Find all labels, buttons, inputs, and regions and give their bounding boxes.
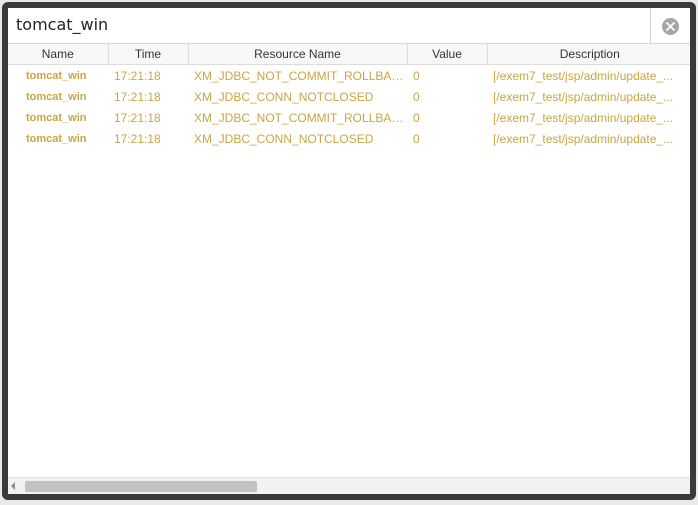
cell-value: 0	[413, 131, 420, 146]
cell-time: 17:21:18	[114, 110, 161, 125]
close-button[interactable]	[650, 8, 690, 44]
cell-time: 17:21:18	[114, 89, 161, 104]
cell-time: 17:21:18	[114, 131, 161, 146]
table-row[interactable]: tomcat_win 17:21:18 XM_JDBC_NOT_COMMIT_R…	[8, 65, 690, 87]
alert-table: Name Time Resource Name Value Descriptio…	[8, 44, 690, 149]
column-header-name[interactable]: Name	[8, 44, 109, 65]
table-row[interactable]: tomcat_win 17:21:18 XM_JDBC_CONN_NOTCLOS…	[8, 86, 690, 107]
cell-resource-name: XM_JDBC_NOT_COMMIT_ROLLBACK	[194, 110, 407, 125]
column-header-description[interactable]: Description	[487, 44, 690, 65]
alert-detail-window: tomcat_win Name Time Resource Name Value…	[2, 2, 696, 500]
close-circle-icon	[662, 17, 679, 35]
table-row[interactable]: tomcat_win 17:21:18 XM_JDBC_CONN_NOTCLOS…	[8, 128, 690, 149]
cell-description: [/exem7_test/jsp/admin/update_...	[493, 68, 674, 83]
cell-time: 17:21:18	[114, 68, 161, 83]
window-body: tomcat_win Name Time Resource Name Value…	[8, 8, 690, 494]
window-title: tomcat_win	[16, 15, 109, 34]
title-bar: tomcat_win	[8, 8, 690, 44]
cell-resource-name: XM_JDBC_NOT_COMMIT_ROLLBACK	[194, 68, 407, 83]
scrollbar-thumb[interactable]	[25, 481, 257, 492]
cell-description: [/exem7_test/jsp/admin/update_...	[493, 110, 674, 125]
cell-description: [/exem7_test/jsp/admin/update_...	[493, 89, 674, 104]
cell-resource-name: XM_JDBC_CONN_NOTCLOSED	[194, 89, 374, 104]
column-header-time[interactable]: Time	[108, 44, 189, 65]
cell-name: tomcat_win	[26, 69, 87, 82]
cell-name: tomcat_win	[26, 132, 87, 145]
cell-value: 0	[413, 110, 420, 125]
cell-value: 0	[413, 68, 420, 83]
cell-name: tomcat_win	[26, 90, 87, 103]
cell-resource-name: XM_JDBC_CONN_NOTCLOSED	[194, 131, 374, 146]
column-header-resource-name[interactable]: Resource Name	[188, 44, 408, 65]
chevron-left-icon[interactable]	[11, 482, 15, 490]
table-row[interactable]: tomcat_win 17:21:18 XM_JDBC_NOT_COMMIT_R…	[8, 107, 690, 128]
cell-description: [/exem7_test/jsp/admin/update_...	[493, 131, 674, 146]
horizontal-scrollbar[interactable]	[8, 477, 690, 494]
alert-grid: Name Time Resource Name Value Descriptio…	[8, 44, 690, 476]
cell-value: 0	[413, 89, 420, 104]
column-header-value[interactable]: Value	[407, 44, 488, 65]
table-header-row: Name Time Resource Name Value Descriptio…	[8, 44, 690, 65]
cell-name: tomcat_win	[26, 111, 87, 124]
